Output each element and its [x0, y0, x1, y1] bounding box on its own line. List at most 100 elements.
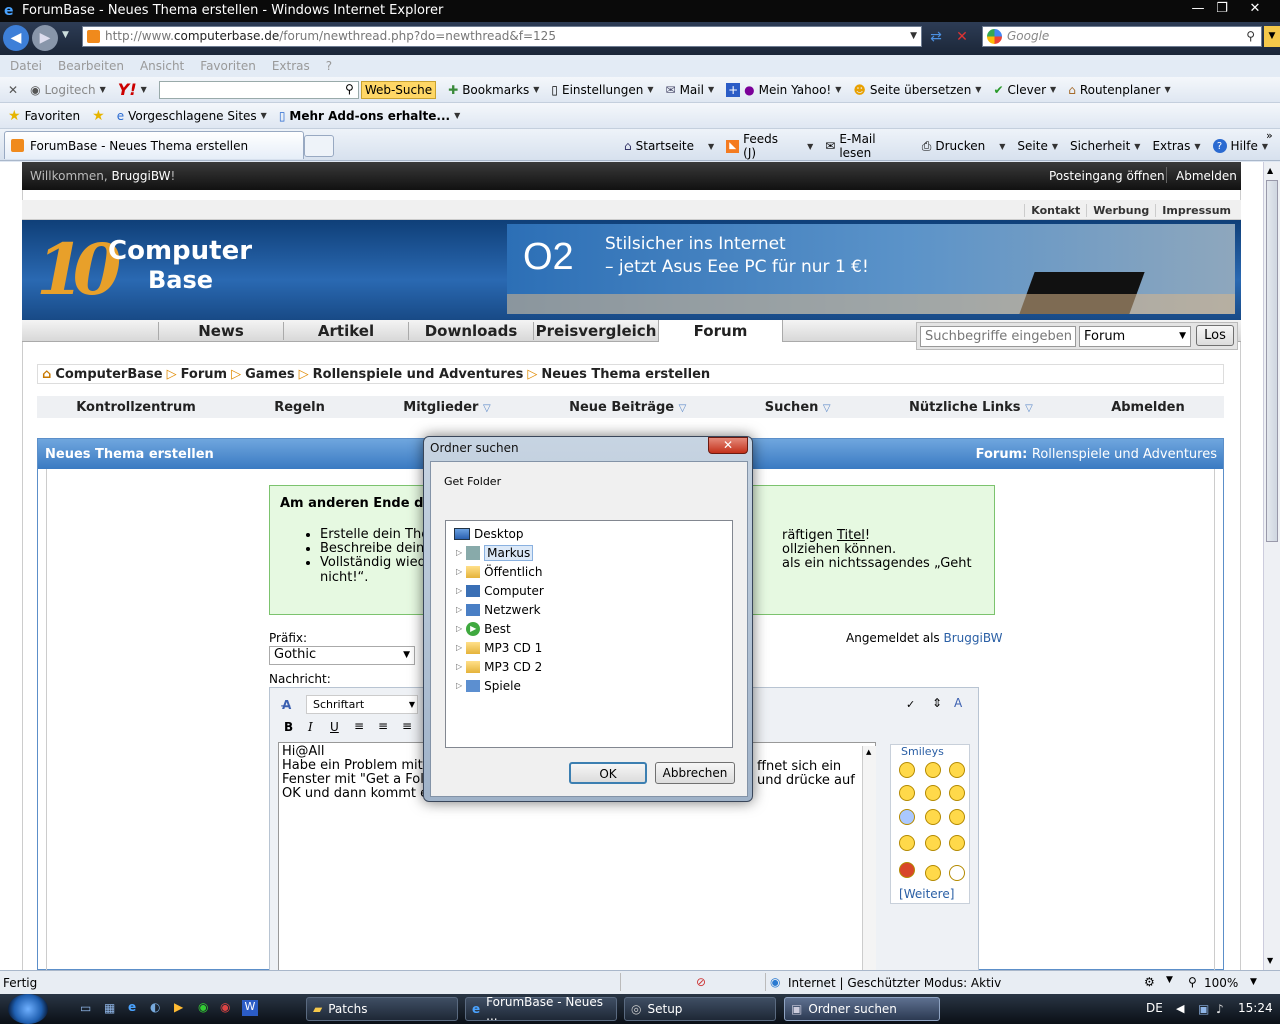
site-search-button[interactable]: Los [1196, 325, 1234, 346]
ie-quicklaunch-icon[interactable]: e [128, 1000, 136, 1014]
kontakt-link[interactable]: Kontakt [1024, 203, 1086, 217]
zone-settings-icon[interactable]: ⚙ [1144, 975, 1155, 989]
search-input[interactable]: Google ⚲ [982, 26, 1262, 47]
italic-icon[interactable]: I [308, 720, 313, 734]
smiley-icon[interactable] [925, 835, 941, 851]
smileys-more-link[interactable]: [Weitere] [899, 887, 954, 901]
app-icon[interactable]: ◉ [220, 1000, 230, 1014]
cancel-button[interactable]: Abbrechen [655, 762, 735, 784]
menu-datei[interactable]: Datei [10, 59, 42, 73]
forward-button[interactable]: ▶ [32, 25, 58, 51]
ok-button[interactable]: OK [569, 762, 647, 784]
smiley-icon[interactable] [925, 785, 941, 801]
page-scrollbar[interactable]: ▲ ▼ [1263, 162, 1280, 970]
tools-menu-button[interactable]: Extras ▼ [1152, 139, 1200, 153]
smiley-icon[interactable] [925, 865, 941, 881]
language-indicator[interactable]: DE [1146, 1001, 1163, 1015]
tree-item-computer[interactable]: ▷ Computer [454, 581, 732, 600]
breadcrumb-games[interactable]: Games [245, 367, 295, 382]
align-center-icon[interactable]: ≡ [378, 719, 388, 733]
refresh-icon[interactable]: ⇄ [926, 27, 946, 47]
switch-windows-icon[interactable]: ▦ [104, 1001, 115, 1015]
menu-ansicht[interactable]: Ansicht [140, 59, 184, 73]
task-forumbase[interactable]: e ForumBase - Neues ... [465, 995, 617, 1023]
smiley-icon[interactable] [899, 762, 915, 778]
plus-icon[interactable]: + [726, 82, 741, 97]
smiley-icon[interactable] [949, 785, 965, 801]
breadcrumb-forum[interactable]: Forum [181, 367, 228, 382]
spellcheck-icon[interactable]: ✓ [906, 698, 915, 711]
toolbar-close-icon[interactable]: ✕ [8, 83, 18, 97]
close-window-button[interactable]: ✕ [1240, 0, 1270, 18]
routenplaner-button[interactable]: ⌂ Routenplaner ▼ [1068, 83, 1170, 97]
smiley-icon[interactable] [899, 862, 915, 878]
home-button[interactable]: ⌂ Startseite ▼ [624, 139, 714, 153]
show-desktop-icon[interactable]: ▭ [80, 1001, 91, 1015]
back-button[interactable]: ◀ [3, 25, 29, 51]
search-options-icon[interactable]: ▼ [1264, 26, 1280, 47]
menu-help[interactable]: ? [326, 59, 332, 73]
new-tab-button[interactable] [304, 135, 334, 157]
subnav-mitglieder[interactable]: Mitglieder ▽ [403, 400, 490, 415]
tree-item-mp3-cd-1[interactable]: ▷ MP3 CD 1 [454, 638, 732, 657]
tree-item-mp3-cd-2[interactable]: ▷ MP3 CD 2 [454, 657, 732, 676]
volume-icon[interactable]: ♪ [1216, 1002, 1224, 1016]
logitech-button[interactable]: ◉ Logitech ▼ [30, 83, 106, 97]
underline-icon[interactable]: U [330, 720, 339, 734]
resize-icon[interactable]: ⇕ [932, 696, 942, 710]
smiley-icon[interactable] [899, 835, 915, 851]
logout-link[interactable]: Abmelden [1176, 169, 1237, 183]
tree-item-oeffentlich[interactable]: ▷ Öffentlich [454, 562, 732, 581]
search-icon[interactable]: ⚲ [1246, 27, 1255, 46]
nav-news[interactable]: News [158, 322, 283, 340]
media-icon[interactable]: ▶ [174, 1000, 183, 1014]
site-search-scope[interactable]: Forum ▼ [1079, 326, 1191, 347]
menu-extras[interactable]: Extras [272, 59, 310, 73]
remove-format-icon[interactable]: A̶ [282, 698, 291, 712]
history-dropdown-icon[interactable]: ▼ [62, 30, 69, 40]
subnav-regeln[interactable]: Regeln [274, 400, 325, 415]
chevron-down-icon[interactable]: ▼ [1166, 975, 1173, 985]
nav-artikel[interactable]: Artikel [283, 322, 408, 340]
subnav-suchen[interactable]: Suchen ▽ [765, 400, 831, 415]
smiley-icon[interactable] [899, 785, 915, 801]
popup-blocker-icon[interactable]: ⊘ [696, 975, 706, 989]
read-mail-button[interactable]: ✉ E-Mail lesen [825, 132, 910, 160]
nav-downloads[interactable]: Downloads [408, 322, 533, 340]
network-icon[interactable]: ▣ [1198, 1002, 1209, 1016]
chevron-more-icon[interactable]: » [1266, 129, 1273, 142]
postbox-link[interactable]: Posteingang öffnen [1049, 169, 1165, 183]
welcome-user[interactable]: BruggiBW [111, 169, 170, 183]
start-button[interactable] [8, 994, 48, 1024]
computerbase-logo[interactable]: 10 Computer Base [36, 222, 266, 316]
tree-item-markus[interactable]: ▷ Markus [454, 543, 732, 562]
prefix-select[interactable]: Gothic ▼ [269, 646, 415, 665]
tab-active[interactable]: ForumBase - Neues Thema erstellen [4, 131, 304, 159]
explorer-icon[interactable]: ◐ [150, 1000, 160, 1014]
smiley-icon[interactable] [949, 809, 965, 825]
tray-expand-icon[interactable]: ◀ [1176, 1002, 1184, 1015]
print-button[interactable]: ⎙ Drucken ▼ [922, 139, 1006, 154]
clever-button[interactable]: ✔ Clever ▼ [993, 83, 1056, 97]
word-icon[interactable]: W [242, 1000, 258, 1016]
tree-item-best[interactable]: ▷ ▶ Best [454, 619, 732, 638]
suggested-sites-button[interactable]: e Vorgeschlagene Sites ▼ [117, 109, 267, 123]
mein-yahoo-button[interactable]: ● Mein Yahoo! ▼ [744, 83, 841, 97]
favorites-button[interactable]: ★ Favoriten [8, 108, 80, 124]
breadcrumb-rollenspiele[interactable]: Rollenspiele und Adventures [313, 367, 524, 382]
nav-preisvergleich[interactable]: Preisvergleich [533, 322, 658, 340]
einstellungen-button[interactable]: ▯ Einstellungen ▼ [551, 83, 653, 97]
task-patchs[interactable]: ▰ Patchs [306, 997, 458, 1021]
o2-banner-ad[interactable]: O2 Stilsicher ins Internet – jetzt Asus … [507, 224, 1235, 314]
address-dropdown-icon[interactable]: ▼ [910, 27, 917, 46]
add-favorite-icon[interactable]: ★ [92, 108, 105, 124]
stop-icon[interactable]: ✕ [952, 27, 972, 47]
impressum-link[interactable]: Impressum [1155, 203, 1237, 217]
task-setup[interactable]: ◎ Setup [624, 997, 776, 1021]
werbung-link[interactable]: Werbung [1086, 203, 1155, 217]
bookmarks-button[interactable]: ✚ Bookmarks ▼ [448, 83, 539, 97]
smiley-icon[interactable] [925, 809, 941, 825]
bold-icon[interactable]: B [284, 720, 293, 734]
font-size-icon[interactable]: A [954, 696, 962, 710]
subnav-kontrollzentrum[interactable]: Kontrollzentrum [76, 400, 196, 415]
